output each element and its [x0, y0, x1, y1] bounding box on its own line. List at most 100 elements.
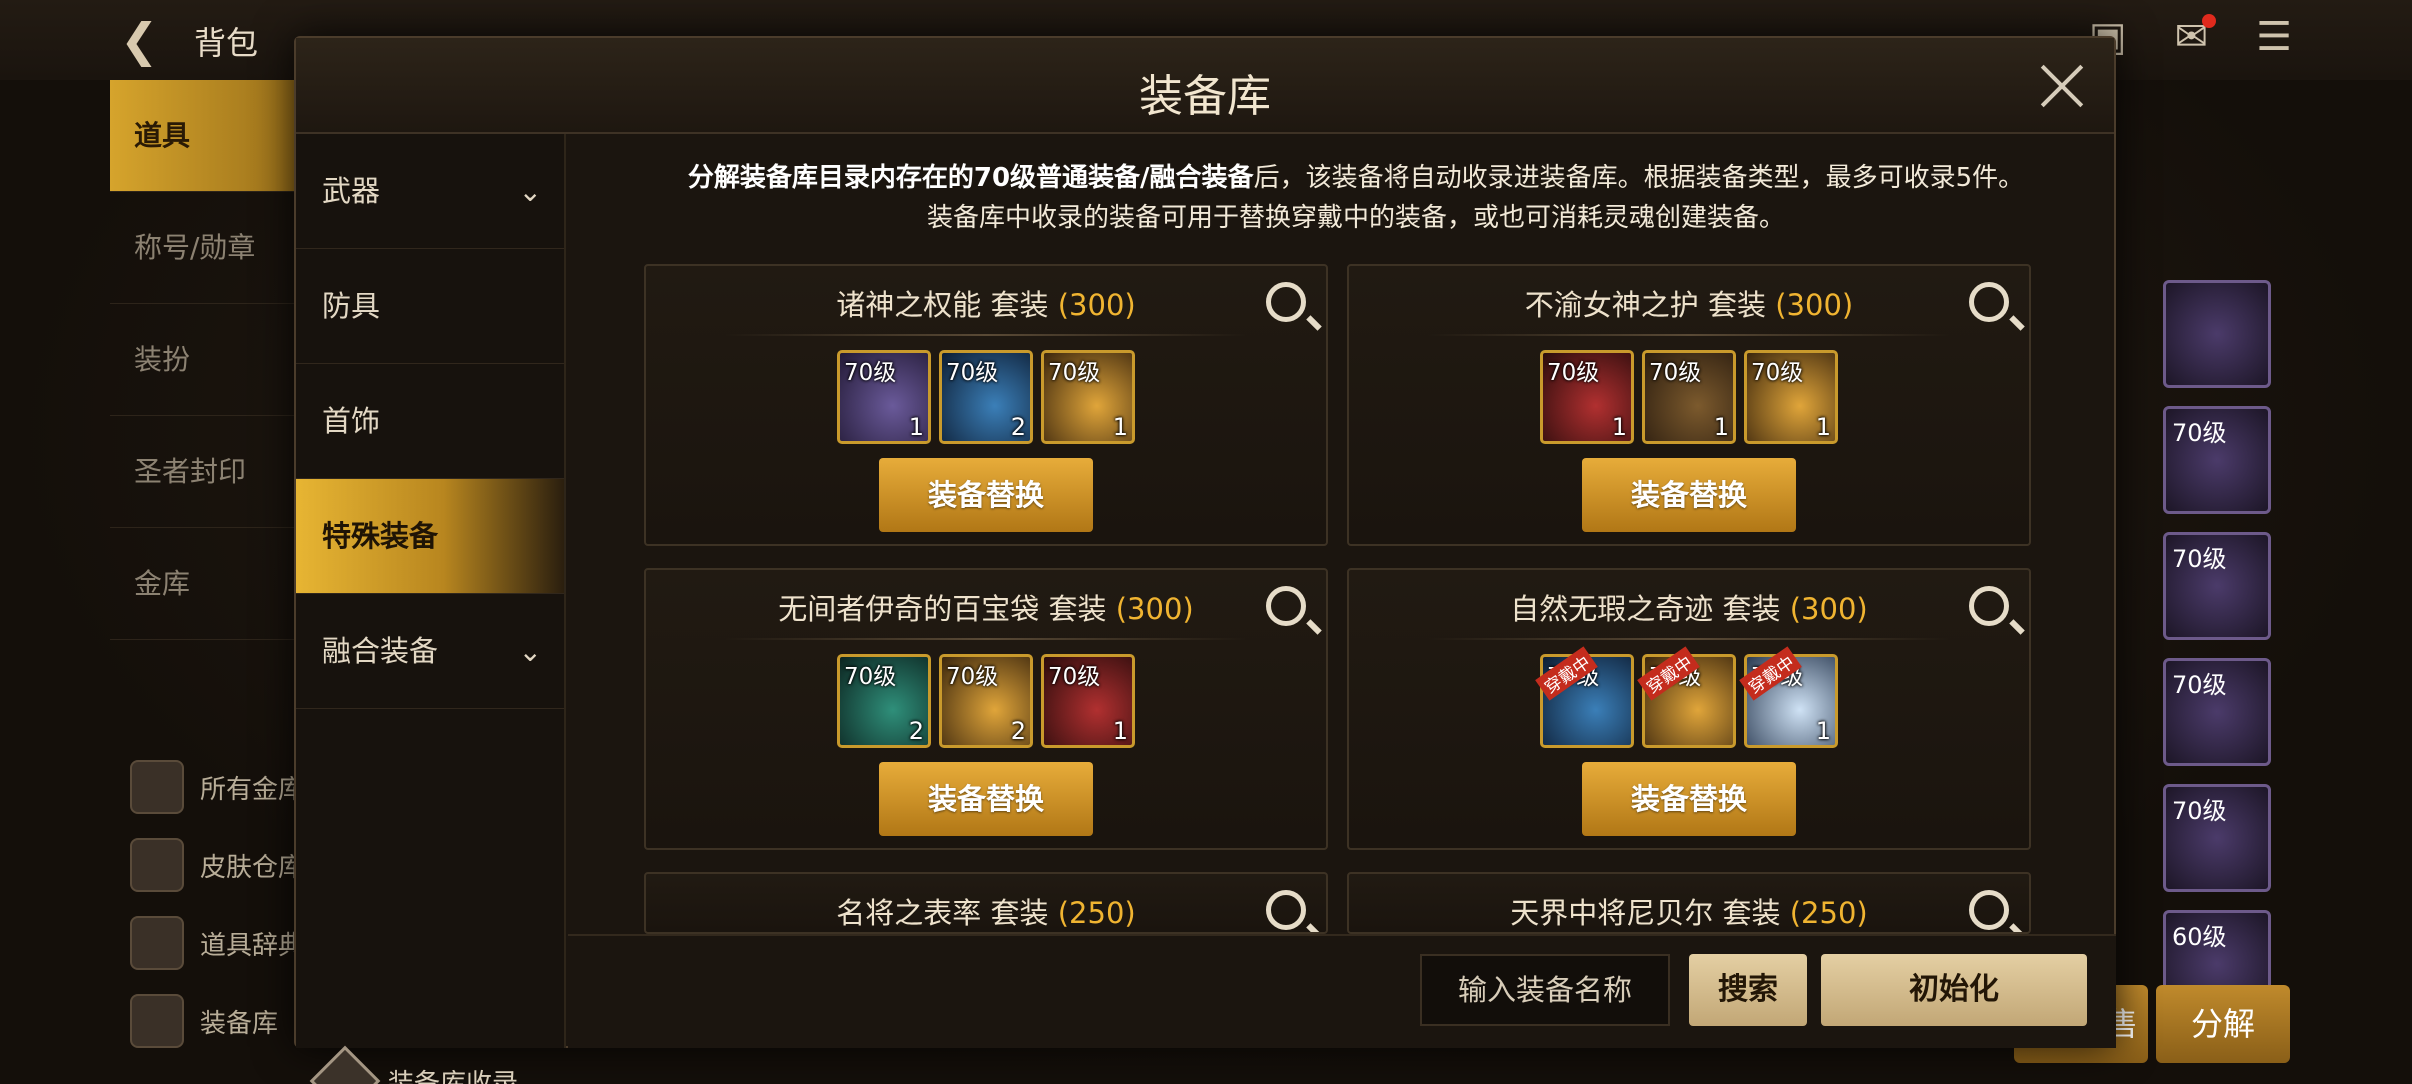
- notification-dot: [2202, 14, 2217, 28]
- divider: [726, 334, 1246, 336]
- inventory-slot[interactable]: 70级: [2163, 784, 2271, 892]
- category-armor[interactable]: 防具: [296, 249, 564, 364]
- item-slot[interactable]: 70级 1: [1041, 350, 1135, 444]
- item-level: 70级: [2172, 545, 2227, 573]
- side-link-label: 道具辞典: [200, 930, 305, 961]
- collection-icon: [309, 1045, 381, 1084]
- item-count: 1: [1815, 717, 1831, 745]
- library-collection-button[interactable]: 装备库收录: [309, 1045, 518, 1084]
- armor-icon: [130, 994, 184, 1048]
- side-link-label: 装备库: [200, 1008, 279, 1039]
- magnifier-icon[interactable]: [1969, 586, 2009, 626]
- inventory-slot[interactable]: [2163, 280, 2271, 388]
- item-level: 70级: [2172, 419, 2227, 447]
- category-accessory[interactable]: 首饰: [296, 364, 564, 479]
- replace-equipment-button[interactable]: 装备替换: [879, 458, 1093, 532]
- inventory-nav: 道具 称号/勋章 装扮 圣者封印 金库: [110, 80, 300, 640]
- set-items: 70级 1 70级 2 70级 1: [646, 350, 1326, 444]
- item-slot[interactable]: 70级穿戴中: [1637, 646, 1736, 748]
- brush-icon: [130, 838, 184, 892]
- item-slot[interactable]: 70级穿戴中: [1535, 646, 1634, 748]
- item-slot[interactable]: 70级 2: [837, 654, 931, 748]
- category-label: 首饰: [322, 404, 381, 438]
- set-points: (250): [1057, 896, 1136, 930]
- inventory-slot[interactable]: 70级: [2163, 532, 2271, 640]
- category-weapon[interactable]: 武器 ⌄: [296, 134, 564, 249]
- item-slot[interactable]: 70级穿戴中1: [1739, 646, 1838, 748]
- item-level: 70级: [1547, 360, 1600, 386]
- search-input[interactable]: 输入装备名称: [1420, 954, 1670, 1026]
- reset-button[interactable]: 初始化: [1821, 954, 2087, 1026]
- category-special[interactable]: 特殊装备: [296, 479, 564, 594]
- item-level: 70级: [946, 360, 999, 386]
- set-type: 套装: [990, 288, 1049, 322]
- side-link-all-vaults[interactable]: 所有金库: [130, 748, 304, 826]
- nav-item-costume[interactable]: 装扮: [110, 304, 300, 416]
- set-items: 70级穿戴中 70级穿戴中 70级穿戴中1: [1349, 646, 2029, 748]
- warning-icon: [130, 916, 184, 970]
- item-level: 70级: [1649, 360, 1702, 386]
- item-count: 2: [1010, 717, 1026, 745]
- item-count: 2: [1010, 413, 1026, 441]
- description: 分解装备库目录内存在的70级普通装备/融合装备后，该装备将自动收录进装备库。根据…: [596, 158, 2116, 238]
- set-points: (300): [1115, 592, 1194, 626]
- item-count: 1: [908, 413, 924, 441]
- item-slot[interactable]: 70级 1: [1642, 350, 1736, 444]
- nav-item-props[interactable]: 道具: [110, 80, 300, 192]
- chevron-down-icon: ⌄: [518, 635, 542, 668]
- item-level: 70级: [2172, 671, 2227, 699]
- divider: [726, 638, 1246, 640]
- side-link-equipment-library[interactable]: 装备库: [130, 982, 304, 1060]
- description-highlight: 分解装备库目录内存在的70级普通装备/融合装备: [687, 163, 1254, 193]
- replace-equipment-button[interactable]: 装备替换: [1582, 458, 1796, 532]
- set-title: 名将之表率 套装 (250): [646, 890, 1326, 932]
- magnifier-icon[interactable]: [1266, 586, 1306, 626]
- back-arrow-icon[interactable]: ❮: [120, 14, 180, 66]
- set-title: 无间者伊奇的百宝袋 套装 (300): [646, 586, 1326, 628]
- chat-icon[interactable]: ☰: [2256, 14, 2292, 60]
- decompose-button[interactable]: 分解: [2156, 985, 2290, 1063]
- magnifier-icon[interactable]: [1266, 890, 1306, 930]
- set-name: 诸神之权能: [836, 288, 982, 322]
- item-slot[interactable]: 70级 1: [1041, 654, 1135, 748]
- set-type: 套装: [1048, 592, 1107, 626]
- mail-icon[interactable]: ✉: [2175, 14, 2217, 60]
- item-slot[interactable]: 70级 1: [1540, 350, 1634, 444]
- inventory-slot[interactable]: 70级: [2163, 406, 2271, 514]
- search-button[interactable]: 搜索: [1689, 954, 1807, 1026]
- side-link-skin-storage[interactable]: 皮肤仓库: [130, 826, 304, 904]
- magnifier-icon[interactable]: [1969, 890, 2009, 930]
- item-count: 1: [1112, 413, 1128, 441]
- set-type: 套装: [1722, 592, 1781, 626]
- equipment-library-modal: 装备库 武器 ⌄ 防具 首饰 特殊装备 融合装备 ⌄ 装备库收录 分解装备库目录内存…: [294, 36, 2116, 1084]
- item-slot[interactable]: 70级 2: [939, 654, 1033, 748]
- description-line-1: 分解装备库目录内存在的70级普通装备/融合装备后，该装备将自动收录进装备库。根据…: [596, 158, 2116, 198]
- item-slot[interactable]: 70级 2: [939, 350, 1033, 444]
- inventory-slot[interactable]: 70级: [2163, 658, 2271, 766]
- set-card: 不渝女神之护 套装 (300) 70级 1 70级 1 70级 1 装备替换: [1347, 264, 2031, 546]
- side-link-item-dictionary[interactable]: 道具辞典: [130, 904, 304, 982]
- close-icon[interactable]: [2034, 58, 2090, 114]
- category-fusion[interactable]: 融合装备 ⌄: [296, 594, 564, 709]
- item-slot[interactable]: 70级 1: [1744, 350, 1838, 444]
- item-level: 70级: [844, 664, 897, 690]
- set-card: 无间者伊奇的百宝袋 套装 (300) 70级 2 70级 2 70级 1 装备替换: [644, 568, 1328, 850]
- magnifier-icon[interactable]: [1969, 282, 2009, 322]
- set-type: 套装: [1708, 288, 1767, 322]
- set-points: (300): [1775, 288, 1854, 322]
- nav-item-titles[interactable]: 称号/勋章: [110, 192, 300, 304]
- item-level: 70级: [946, 664, 999, 690]
- replace-equipment-button[interactable]: 装备替换: [879, 762, 1093, 836]
- nav-item-seal[interactable]: 圣者封印: [110, 416, 300, 528]
- top-right-icons: ▣ ✉ ☰: [2089, 14, 2292, 60]
- item-slot[interactable]: 70级 1: [837, 350, 931, 444]
- side-link-label: 所有金库: [200, 774, 305, 805]
- item-count: 2: [908, 717, 924, 745]
- set-name: 天界中将尼贝尔: [1510, 896, 1714, 930]
- nav-item-vault[interactable]: 金库: [110, 528, 300, 640]
- item-count: 1: [1815, 413, 1831, 441]
- magnifier-icon[interactable]: [1266, 282, 1306, 322]
- replace-equipment-button[interactable]: 装备替换: [1582, 762, 1796, 836]
- item-level: 70级: [1751, 360, 1804, 386]
- item-count: 1: [1611, 413, 1627, 441]
